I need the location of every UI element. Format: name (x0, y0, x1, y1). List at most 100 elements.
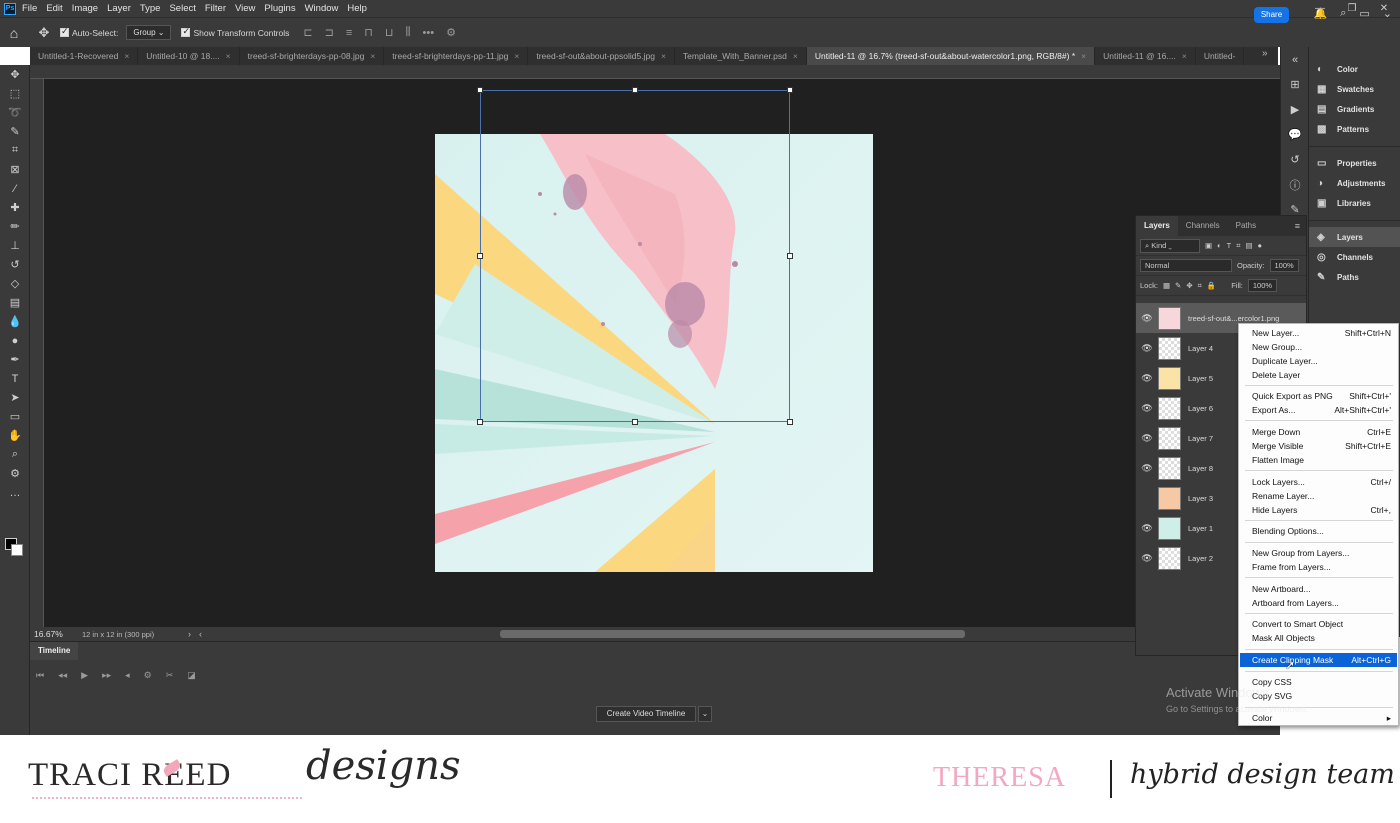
bell-icon[interactable]: 🔔 (1314, 7, 1328, 20)
first-frame-icon[interactable]: ⏮ (36, 670, 44, 681)
move-tool-icon[interactable]: ✥ (28, 25, 60, 41)
transform-handle[interactable] (787, 253, 793, 259)
share-button[interactable]: Share (1254, 7, 1289, 23)
collapse-icon[interactable]: « (1281, 47, 1309, 72)
home-icon[interactable]: ⌂ (0, 25, 28, 41)
menu-image[interactable]: Image (72, 3, 98, 14)
frame-tool-icon[interactable]: ⊠ (0, 160, 30, 179)
transform-handle[interactable] (632, 87, 638, 93)
audio-icon[interactable]: ◂ (125, 670, 130, 681)
menu-plugins[interactable]: Plugins (264, 3, 295, 14)
more-options-icon[interactable]: ••• (423, 27, 435, 39)
visibility-eye-icon[interactable]: 👁 (1136, 313, 1158, 324)
gradient-tool-icon[interactable]: ▤ (0, 293, 30, 312)
marquee-tool-icon[interactable]: ⬚ (0, 84, 30, 103)
create-video-timeline-button[interactable]: Create Video Timeline (596, 706, 696, 722)
dock-item-channels[interactable]: ◎ Channels (1309, 247, 1400, 267)
filter-pixel-icon[interactable]: ▣ (1205, 241, 1212, 250)
menu-item-artboard-from-layers[interactable]: Artboard from Layers... (1240, 596, 1397, 610)
menu-layer[interactable]: Layer (107, 3, 131, 14)
play-icon[interactable]: ▶ (1281, 97, 1309, 122)
dodge-tool-icon[interactable]: ● (0, 331, 30, 350)
visibility-eye-icon[interactable]: 👁 (1136, 553, 1158, 564)
menu-item-create-clipping-mask[interactable]: Create Clipping Mask Alt+Ctrl+G (1240, 653, 1397, 667)
opacity-field[interactable]: 100% (1269, 259, 1299, 272)
menu-item-quick-export[interactable]: Quick Export as PNG Shift+Ctrl+' (1240, 389, 1397, 403)
path-select-tool-icon[interactable]: ➤ (0, 388, 30, 407)
visibility-eye-icon[interactable]: 👁 (1136, 433, 1158, 444)
settings-icon[interactable]: ⚙ (144, 670, 152, 681)
tab-channels[interactable]: Channels (1178, 216, 1228, 236)
menu-item-rename-layer[interactable]: Rename Layer... (1240, 489, 1397, 503)
zoom-level[interactable]: 16.67% (30, 629, 82, 639)
align-bottom-icon[interactable]: ⫼ (405, 26, 410, 39)
visibility-eye-icon[interactable]: 👁 (1136, 463, 1158, 474)
dock-item-adjustments[interactable]: ◑ Adjustments (1309, 173, 1400, 193)
doc-tab[interactable]: Untitled-10 @ 18.... × (138, 47, 240, 65)
play-icon[interactable]: ▶ (81, 670, 88, 681)
menu-item-new-layer[interactable]: New Layer... Shift+Ctrl+N (1240, 326, 1397, 340)
auto-select-checkbox[interactable] (60, 26, 69, 37)
menu-help[interactable]: Help (347, 3, 367, 14)
lock-pixels-icon[interactable]: ▦ (1163, 281, 1170, 290)
dock-item-properties[interactable]: ▭ Properties (1309, 153, 1400, 173)
menu-item-new-artboard[interactable]: New Artboard... (1240, 582, 1397, 596)
move-tool-icon[interactable]: ✥ (0, 65, 30, 84)
tab-overflow-icon[interactable]: » (1262, 48, 1268, 59)
doc-tab[interactable]: Untitled-1-Recovered × (30, 47, 139, 65)
chevron-left-icon[interactable]: ‹ (199, 629, 202, 639)
menu-type[interactable]: Type (140, 3, 161, 14)
align-left-icon[interactable]: ⊏ (303, 26, 312, 39)
show-transform-checkbox[interactable] (181, 26, 191, 37)
close-icon[interactable]: × (661, 51, 666, 61)
align-middle-icon[interactable]: ⊔ (385, 26, 394, 39)
dock-item-paths[interactable]: ✎ Paths (1309, 267, 1400, 287)
quick-select-tool-icon[interactable]: ✎ (0, 122, 30, 141)
more-tools-icon[interactable]: … (0, 483, 30, 502)
comment-icon[interactable]: 💬 (1281, 122, 1309, 147)
doc-tab[interactable]: treed-sf-out&about-ppsolid5.jpg × (528, 47, 675, 65)
next-frame-icon[interactable]: ▸▸ (102, 670, 111, 681)
blend-mode-dropdown[interactable]: Normal (1140, 259, 1232, 272)
menu-item-flatten-image[interactable]: Flatten Image (1240, 453, 1397, 467)
align-right-icon[interactable]: ≡ (346, 27, 352, 39)
transform-handle[interactable] (477, 87, 483, 93)
align-center-icon[interactable]: ⊐ (325, 26, 334, 39)
panel-menu-icon[interactable]: ≡ (1295, 221, 1300, 231)
close-icon[interactable]: × (793, 51, 798, 61)
menu-edit[interactable]: Edit (46, 3, 62, 14)
filter-adjust-icon[interactable]: ◐ (1217, 241, 1222, 250)
doc-tab[interactable]: Untitled- (1196, 47, 1245, 65)
brush-tool-icon[interactable]: ✏ (0, 217, 30, 236)
menu-item-merge-visible[interactable]: Merge Visible Shift+Ctrl+E (1240, 439, 1397, 453)
menu-item-export-as[interactable]: Export As... Alt+Shift+Ctrl+' (1240, 403, 1397, 417)
transform-handle[interactable] (787, 419, 793, 425)
dock-item-swatches[interactable]: ▦ Swatches (1309, 79, 1400, 99)
menu-item-merge-down[interactable]: Merge Down Ctrl+E (1240, 425, 1397, 439)
eraser-tool-icon[interactable]: ◇ (0, 274, 30, 293)
close-icon[interactable]: × (1081, 51, 1086, 61)
close-icon[interactable]: × (124, 51, 129, 61)
menu-window[interactable]: Window (305, 3, 339, 14)
dock-item-gradients[interactable]: ▤ Gradients (1309, 99, 1400, 119)
transform-bounding-box[interactable] (480, 90, 790, 422)
doc-tab[interactable]: Template_With_Banner.psd × (675, 47, 807, 65)
doc-tab[interactable]: treed-sf-brighterdays-pp-08.jpg × (240, 47, 385, 65)
dock-item-patterns[interactable]: ▩ Patterns (1309, 119, 1400, 139)
lock-all-icon[interactable]: 🔒 (1207, 281, 1216, 290)
doc-tab-active[interactable]: Untitled-11 @ 16.7% (treed-sf-out&about-… (806, 47, 1096, 65)
filter-type-icon[interactable]: T (1227, 241, 1232, 250)
menu-item-delete-layer[interactable]: Delete Layer (1240, 368, 1397, 382)
chevron-down-icon[interactable]: ⌄ (698, 706, 712, 722)
lock-paint-icon[interactable]: ✎ (1175, 281, 1181, 290)
close-icon[interactable]: × (370, 51, 375, 61)
prev-frame-icon[interactable]: ◂◂ (58, 670, 67, 681)
doc-tab[interactable]: treed-sf-brighterdays-pp-11.jpg × (384, 47, 529, 65)
filter-kind-dropdown[interactable]: ⌕ Kind ⌄ (1140, 238, 1200, 253)
filter-shape-icon[interactable]: ⌗ (1236, 241, 1240, 251)
menu-item-duplicate-layer[interactable]: Duplicate Layer... (1240, 354, 1397, 368)
transform-handle[interactable] (632, 419, 638, 425)
eyedropper-tool-icon[interactable]: ⁄ (0, 179, 30, 198)
visibility-eye-icon[interactable]: 👁 (1136, 523, 1158, 534)
menu-item-mask-all-objects[interactable]: Mask All Objects (1240, 631, 1397, 645)
